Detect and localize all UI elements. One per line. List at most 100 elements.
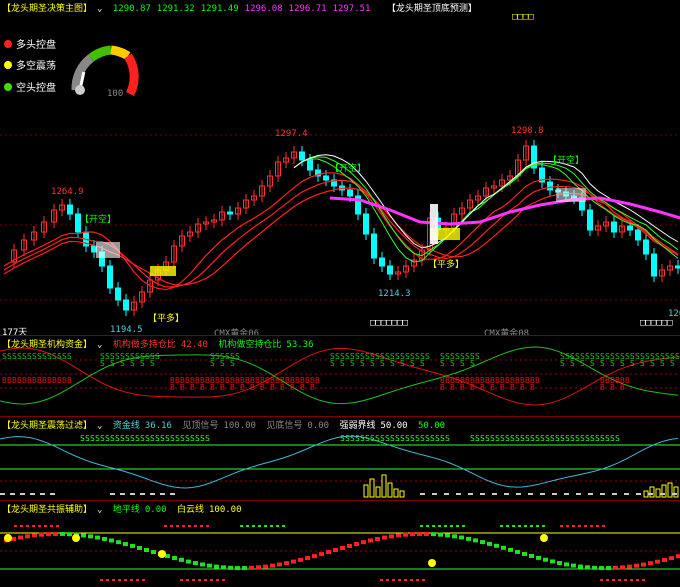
signal-dash bbox=[276, 525, 279, 527]
signal-dash bbox=[602, 525, 605, 527]
signal-dash bbox=[642, 579, 645, 581]
resonance-title[interactable]: 【龙头期圣共振辅助】 bbox=[2, 505, 92, 515]
signal-dash bbox=[182, 525, 185, 527]
signal-dash bbox=[552, 493, 557, 495]
candle-body bbox=[635, 229, 641, 241]
marker-s: S bbox=[425, 352, 430, 361]
signal-dash bbox=[222, 579, 225, 581]
signal-dash bbox=[10, 493, 15, 495]
signal-dash bbox=[270, 525, 273, 527]
signal-kaikong-1[interactable]: 【开空】 bbox=[80, 212, 116, 225]
signal-dash bbox=[596, 525, 599, 527]
top-box-marks: □□□□ bbox=[512, 12, 534, 22]
resonance-bar bbox=[592, 565, 597, 570]
smiley-icon bbox=[72, 534, 80, 542]
resonance-bar bbox=[431, 532, 436, 537]
resonance-pane[interactable]: 【龙头期圣共振辅助】 ⌄ 地平线 0.00 白云线 100.00 bbox=[0, 501, 680, 587]
short-ratio-value: 53.36 bbox=[286, 340, 314, 350]
smiley-icon bbox=[428, 559, 436, 567]
chevron-down-icon[interactable]: ⌄ bbox=[97, 505, 102, 515]
candle-body bbox=[299, 151, 305, 161]
signal-dash bbox=[524, 525, 527, 527]
signal-dash bbox=[438, 525, 441, 527]
legend-item-short: 空头控盘 bbox=[4, 79, 56, 94]
signal-dash bbox=[540, 493, 545, 495]
resonance-bar bbox=[557, 561, 562, 566]
resonance-bar bbox=[270, 563, 275, 568]
resonance-bar bbox=[242, 566, 247, 571]
signal-dash bbox=[500, 525, 503, 527]
main-title[interactable]: 【龙头期圣决策主图】 bbox=[2, 4, 92, 14]
legend-dot bbox=[4, 82, 12, 91]
indicator-value-4: 1296.71 bbox=[288, 4, 327, 14]
signal-dash bbox=[252, 525, 255, 527]
resonance-bar bbox=[508, 547, 513, 552]
signal-dash bbox=[518, 525, 521, 527]
indicator-value-3: 1296.08 bbox=[244, 4, 283, 14]
signal-dash bbox=[624, 493, 629, 495]
resonance-bar bbox=[221, 565, 226, 570]
candle-body bbox=[379, 257, 385, 267]
marker-s: S bbox=[155, 352, 160, 361]
signal-dash bbox=[282, 525, 285, 527]
marker-s: S bbox=[235, 352, 240, 361]
candle-body bbox=[91, 245, 97, 253]
signal-dash bbox=[516, 493, 521, 495]
signal-pingduo-2[interactable]: 【平多】 bbox=[428, 257, 464, 270]
chevron-down-icon[interactable]: ⌄ bbox=[97, 4, 102, 14]
signal-kaikong-2[interactable]: 【开空】 bbox=[330, 161, 366, 174]
signal-dash bbox=[258, 525, 261, 527]
legend-dot bbox=[4, 60, 12, 69]
signal-kaikong-3[interactable]: 【开空】 bbox=[548, 153, 584, 166]
signal-dash bbox=[566, 525, 569, 527]
signal-dash bbox=[648, 493, 653, 495]
resonance-bar bbox=[375, 536, 380, 541]
fund-pane[interactable]: SSSSSSSSSSSSSSSSSSSSSSSSSSSSSSSSSSSSSSSS… bbox=[0, 336, 680, 416]
long-ratio-label: 机构做多持仓比 bbox=[112, 340, 176, 350]
chevron-down-icon[interactable]: ⌄ bbox=[97, 421, 102, 431]
strength-label: 强弱界线 bbox=[339, 421, 376, 431]
fund-title[interactable]: 【龙头期圣机构资金】 bbox=[2, 340, 92, 350]
resonance-bar bbox=[263, 564, 268, 569]
chevron-down-icon[interactable]: ⌄ bbox=[97, 340, 102, 350]
oscillation-pane[interactable]: SSSSSSSSSSSSSSSSSSSSSSSSSSSSSSSSSSSSSSSS… bbox=[0, 417, 680, 500]
signal-dash bbox=[380, 579, 383, 581]
signal-dash bbox=[30, 493, 35, 495]
legend-item-range: 多空震荡 bbox=[4, 57, 56, 72]
signal-dash bbox=[26, 525, 29, 527]
resonance-bar bbox=[571, 563, 576, 568]
signal-dash bbox=[110, 493, 115, 495]
signal-dash bbox=[44, 525, 47, 527]
signal-dash bbox=[636, 493, 641, 495]
resonance-bar bbox=[46, 532, 51, 537]
resonance-bar bbox=[207, 563, 212, 568]
resonance-bar bbox=[102, 536, 107, 541]
signal-dash bbox=[564, 493, 569, 495]
signal-dash bbox=[536, 525, 539, 527]
candle-body bbox=[675, 265, 680, 269]
signal-pingduo-1[interactable]: 【平多】 bbox=[148, 311, 184, 324]
predict-label[interactable]: 【龙头期圣顶底预测】 bbox=[387, 4, 477, 14]
main-header: 【龙头期圣决策主图】 ⌄ 1290.87 1291.32 1291.49 1296.08… bbox=[2, 1, 482, 14]
signal-dash bbox=[118, 579, 121, 581]
resonance-bar bbox=[578, 564, 583, 569]
bottom-signal-label: 见底信号 bbox=[266, 421, 303, 431]
histogram-bar bbox=[655, 488, 661, 498]
candle-body bbox=[107, 265, 113, 289]
resonance-bar bbox=[277, 562, 282, 567]
signal-dash bbox=[624, 579, 627, 581]
candle-body bbox=[643, 239, 649, 255]
signal-dash bbox=[672, 493, 677, 495]
oscillation-title[interactable]: 【龙头期圣震荡过滤】 bbox=[2, 421, 92, 431]
main-chart-pane[interactable]: 【龙头期圣决策主图】 ⌄ 1290.87 1291.32 1291.49 1296.08… bbox=[0, 0, 680, 335]
resonance-bar bbox=[172, 556, 177, 561]
zone-fill bbox=[96, 242, 120, 258]
resonance-bar bbox=[95, 535, 100, 540]
candle-body bbox=[323, 175, 329, 181]
signal-dash bbox=[170, 525, 173, 527]
resonance-bar bbox=[473, 538, 478, 543]
marker-s: S bbox=[205, 434, 210, 443]
resonance-bar bbox=[585, 565, 590, 570]
signal-dash bbox=[560, 525, 563, 527]
signal-dash bbox=[386, 579, 389, 581]
